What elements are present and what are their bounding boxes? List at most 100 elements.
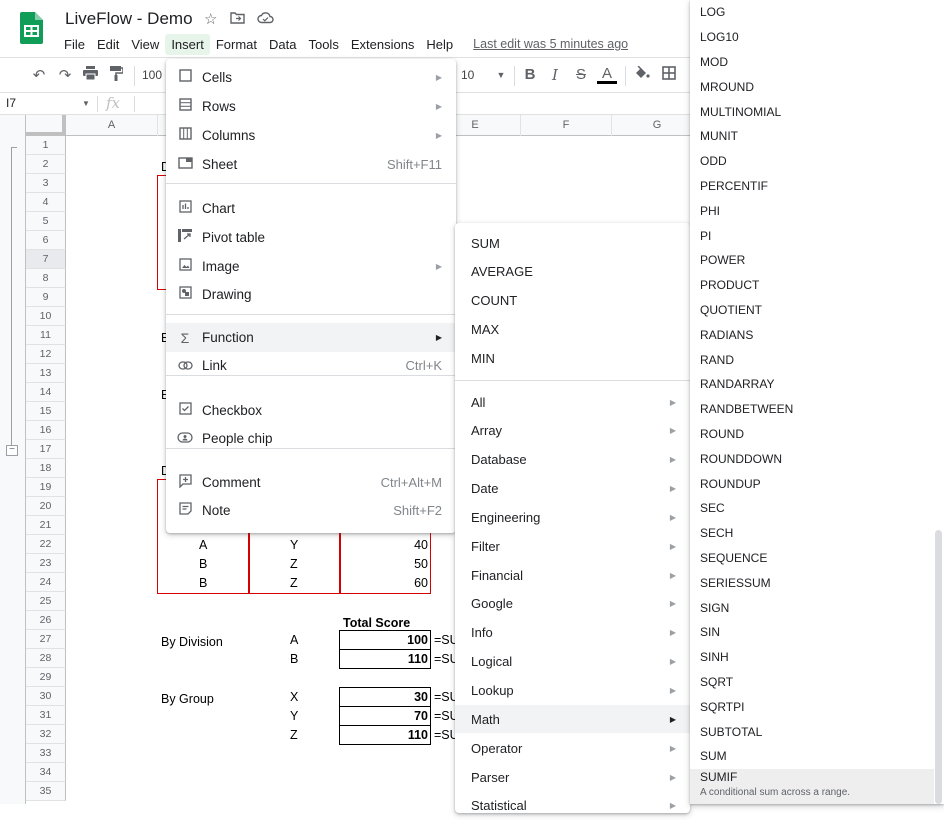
paint-format-icon[interactable] [106,66,126,85]
math-function-rounddown[interactable]: ROUNDDOWN [690,446,944,471]
function-quick-min[interactable]: MIN [455,344,690,372]
font-size-dropdown-icon[interactable]: ▼ [491,70,511,80]
row-header-17[interactable]: 17 [26,440,66,459]
math-function-product[interactable]: PRODUCT [690,273,944,298]
insert-menu-item-comment[interactable]: Comment Ctrl+Alt+M [166,468,456,496]
row-header-24[interactable]: 24 [26,573,66,592]
row-header-20[interactable]: 20 [26,497,66,516]
math-function-seriessum[interactable]: SERIESSUM [690,570,944,595]
function-category-lookup[interactable]: Lookup ▶ [455,677,690,705]
insert-menu-item-link[interactable]: Link Ctrl+K [166,351,456,379]
function-category-math[interactable]: Math ▶ [455,705,690,734]
fill-color-icon[interactable] [632,65,652,84]
function-category-statistical[interactable]: Statistical ▶ [455,792,690,820]
name-box-dropdown-icon[interactable]: ▼ [82,99,90,108]
menu-view[interactable]: View [125,34,165,55]
column-header-a[interactable]: A [66,115,158,136]
function-category-date[interactable]: Date ▶ [455,475,690,503]
math-function-power[interactable]: POWER [690,248,944,273]
math-function-sqrtpi[interactable]: SQRTPI [690,694,944,719]
function-category-all[interactable]: All ▶ [455,388,690,416]
function-category-filter[interactable]: Filter ▶ [455,532,690,560]
total-key[interactable]: X [290,690,298,704]
total-key[interactable]: Y [290,709,298,723]
font-size-select[interactable]: 10 [461,68,474,82]
function-category-financial[interactable]: Financial ▶ [455,561,690,589]
menu-file[interactable]: File [58,34,91,55]
insert-menu-item-function[interactable]: Σ Function ▶ [166,323,456,352]
total-key[interactable]: A [290,633,298,647]
function-category-parser[interactable]: Parser ▶ [455,763,690,791]
math-function-sign[interactable]: SIGN [690,595,944,620]
row-header-10[interactable]: 10 [26,307,66,326]
row-header-19[interactable]: 19 [26,478,66,497]
cell-division[interactable]: B [199,576,207,590]
math-function-subtotal[interactable]: SUBTOTAL [690,719,944,744]
insert-menu-item-note[interactable]: Note Shift+F2 [166,496,456,524]
row-header-13[interactable]: 13 [26,364,66,383]
row-header-26[interactable]: 26 [26,611,66,630]
math-function-log10[interactable]: LOG10 [690,25,944,50]
row-header-25[interactable]: 25 [26,592,66,611]
row-header-3[interactable]: 3 [26,174,66,193]
cell-score[interactable]: 60 [414,576,428,590]
last-edit-link[interactable]: Last edit was 5 minutes ago [473,37,628,51]
row-header-7[interactable]: 7 [26,250,66,269]
insert-menu-item-sheet[interactable]: Sheet Shift+F11 [166,150,456,178]
print-icon[interactable] [80,66,100,84]
math-function-sumif[interactable]: SUMIF A conditional sum across a range. [690,769,934,804]
collapse-group-button[interactable]: − [6,445,18,456]
column-header-f[interactable]: F [521,115,612,136]
row-header-35[interactable]: 35 [26,782,66,801]
insert-menu-item-image[interactable]: Image ▶ [166,252,456,280]
borders-icon[interactable] [659,66,679,84]
by-division-label[interactable]: By Division [161,635,223,649]
math-function-sum[interactable]: SUM [690,744,944,769]
menu-format[interactable]: Format [210,34,263,55]
math-function-roundup[interactable]: ROUNDUP [690,471,944,496]
math-function-sech[interactable]: SECH [690,521,944,546]
select-all-corner[interactable] [26,115,66,136]
menu-tools[interactable]: Tools [302,34,344,55]
function-category-engineering[interactable]: Engineering ▶ [455,503,690,531]
row-header-14[interactable]: 14 [26,383,66,402]
function-category-operator[interactable]: Operator ▶ [455,734,690,762]
row-header-28[interactable]: 28 [26,649,66,668]
row-header-29[interactable]: 29 [26,668,66,687]
menu-extensions[interactable]: Extensions [345,34,421,55]
name-box[interactable]: I7 [6,96,16,110]
math-function-log[interactable]: LOG [690,0,944,25]
insert-menu-item-people-chip[interactable]: People chip [166,424,456,452]
row-header-27[interactable]: 27 [26,630,66,649]
row-header-12[interactable]: 12 [26,345,66,364]
cloud-status-icon[interactable] [257,11,274,28]
redo-icon[interactable]: ↷ [55,66,75,84]
insert-menu-item-cells[interactable]: Cells ▶ [166,63,456,91]
total-key[interactable]: B [290,652,298,666]
math-function-rand[interactable]: RAND [690,347,944,372]
strikethrough-icon[interactable]: S [571,66,591,83]
function-category-array[interactable]: Array ▶ [455,417,690,445]
zoom-select[interactable]: 100 [142,68,162,82]
math-function-munit[interactable]: MUNIT [690,124,944,149]
insert-menu-item-chart[interactable]: Chart [166,194,456,222]
insert-menu-item-columns[interactable]: Columns ▶ [166,121,456,149]
sheets-logo-icon[interactable] [20,12,43,44]
cell-score[interactable]: 40 [414,538,428,552]
row-header-4[interactable]: 4 [26,193,66,212]
math-function-multinomial[interactable]: MULTINOMIAL [690,99,944,124]
function-category-google[interactable]: Google ▶ [455,590,690,618]
row-header-11[interactable]: 11 [26,326,66,345]
math-function-pi[interactable]: PI [690,223,944,248]
menu-data[interactable]: Data [263,34,302,55]
cell-division[interactable]: B [199,557,207,571]
row-header-16[interactable]: 16 [26,421,66,440]
row-header-23[interactable]: 23 [26,554,66,573]
menu-help[interactable]: Help [420,34,459,55]
math-function-mod[interactable]: MOD [690,50,944,75]
math-function-phi[interactable]: PHI [690,198,944,223]
row-header-6[interactable]: 6 [26,231,66,250]
undo-icon[interactable]: ↶ [29,66,49,84]
cell-score[interactable]: 50 [414,557,428,571]
math-function-sequence[interactable]: SEQUENCE [690,546,944,571]
